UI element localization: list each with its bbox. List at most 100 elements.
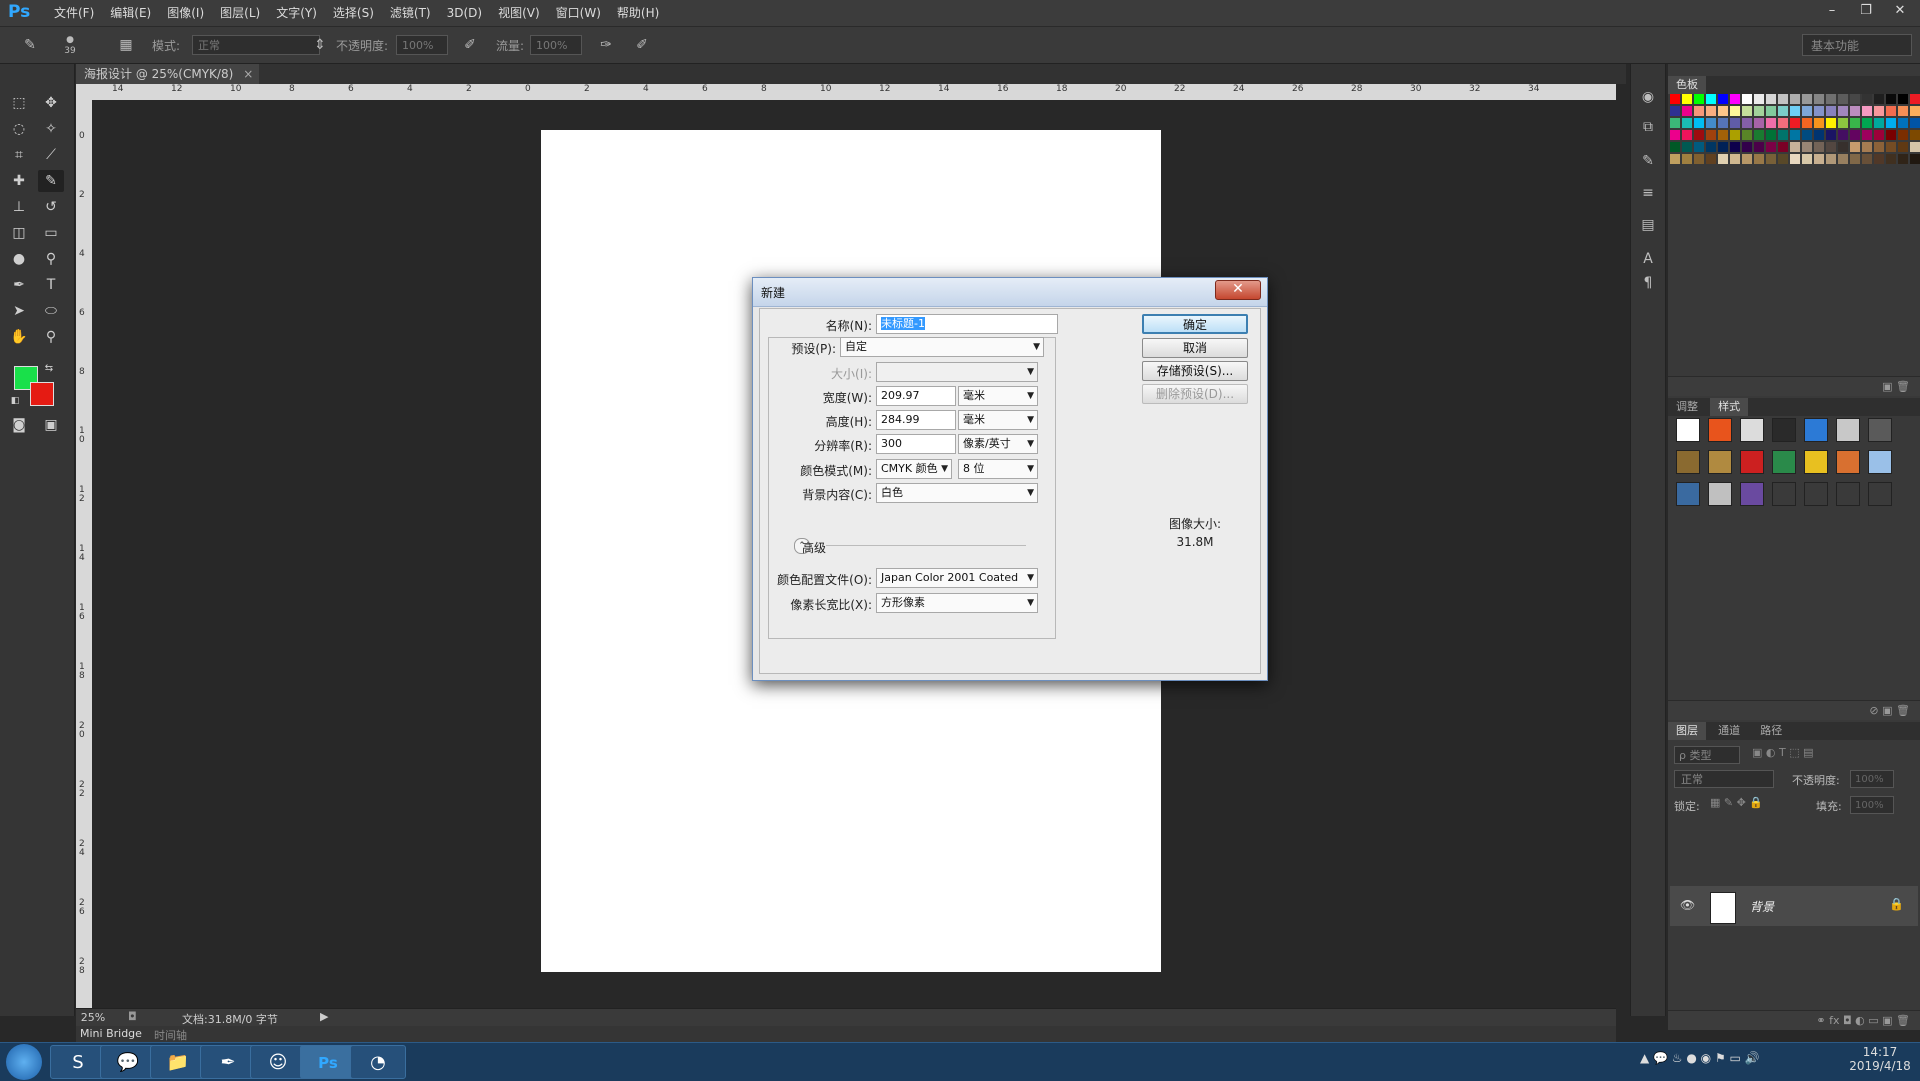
- swatch[interactable]: [1766, 106, 1776, 116]
- restore-button[interactable]: ❐: [1854, 2, 1878, 20]
- style-preset[interactable]: [1772, 418, 1796, 442]
- style-preset[interactable]: [1804, 482, 1828, 506]
- swatch[interactable]: [1898, 118, 1908, 128]
- pressure-opacity-icon[interactable]: ✐: [460, 35, 480, 55]
- path-select-tool-icon[interactable]: ➤: [6, 300, 32, 322]
- swatch[interactable]: [1706, 106, 1716, 116]
- swatch[interactable]: [1874, 118, 1884, 128]
- dodge-tool-icon[interactable]: ⚲: [38, 248, 64, 270]
- taskbar-app-pen[interactable]: ✒: [200, 1045, 256, 1079]
- swatch[interactable]: [1742, 106, 1752, 116]
- swatch[interactable]: [1778, 154, 1788, 164]
- taskbar-app-avatar[interactable]: ☺: [250, 1045, 306, 1079]
- swatch[interactable]: [1670, 118, 1680, 128]
- swatch[interactable]: [1838, 118, 1848, 128]
- eraser-tool-icon[interactable]: ◫: [6, 222, 32, 244]
- swatch[interactable]: [1862, 154, 1872, 164]
- swatch[interactable]: [1850, 142, 1860, 152]
- channels-tab[interactable]: 通道: [1710, 722, 1748, 740]
- swatch[interactable]: [1718, 142, 1728, 152]
- background-color-swatch[interactable]: [30, 382, 54, 406]
- swatch[interactable]: [1802, 154, 1812, 164]
- quick-select-tool-icon[interactable]: ✧: [38, 118, 64, 140]
- menu-layer[interactable]: 图层(L): [212, 0, 268, 26]
- swatch[interactable]: [1802, 118, 1812, 128]
- swatch[interactable]: [1826, 130, 1836, 140]
- resolution-unit-select[interactable]: 像素/英寸 ▼: [958, 434, 1038, 454]
- swatch[interactable]: [1682, 106, 1692, 116]
- color-panel-icon[interactable]: ◉: [1636, 86, 1660, 108]
- swatch[interactable]: [1838, 142, 1848, 152]
- properties-panel-icon[interactable]: ▤: [1636, 214, 1660, 236]
- swatch[interactable]: [1718, 154, 1728, 164]
- swatch[interactable]: [1814, 154, 1824, 164]
- swatch[interactable]: [1694, 130, 1704, 140]
- swatch[interactable]: [1826, 142, 1836, 152]
- marquee-tool-icon[interactable]: ⬚: [6, 92, 32, 114]
- swatch[interactable]: [1670, 106, 1680, 116]
- type-tool-icon[interactable]: T: [38, 274, 64, 296]
- taskbar-app-photoshop[interactable]: Ps: [300, 1045, 356, 1079]
- swatch[interactable]: [1814, 118, 1824, 128]
- swatch[interactable]: [1886, 130, 1896, 140]
- history-brush-tool-icon[interactable]: ↺: [38, 196, 64, 218]
- layer-opacity-input[interactable]: 100%: [1850, 770, 1894, 788]
- style-preset[interactable]: [1676, 482, 1700, 506]
- swatch[interactable]: [1790, 118, 1800, 128]
- swatch[interactable]: [1826, 154, 1836, 164]
- swatches-tab[interactable]: 色板: [1668, 76, 1706, 94]
- swatch[interactable]: [1862, 142, 1872, 152]
- swatch[interactable]: [1862, 106, 1872, 116]
- swatch[interactable]: [1910, 154, 1920, 164]
- swatch[interactable]: [1742, 118, 1752, 128]
- width-unit-select[interactable]: 毫米 ▼: [958, 386, 1038, 406]
- swatch[interactable]: [1778, 94, 1788, 104]
- swatch[interactable]: [1838, 130, 1848, 140]
- layer-filter-select[interactable]: ρ 类型: [1674, 746, 1740, 764]
- swatch[interactable]: [1730, 130, 1740, 140]
- swatch[interactable]: [1706, 154, 1716, 164]
- screen-mode-icon[interactable]: ▣: [38, 414, 64, 436]
- status-menu-arrow-icon[interactable]: ▶: [320, 1010, 328, 1023]
- swatch[interactable]: [1862, 118, 1872, 128]
- swatch[interactable]: [1778, 118, 1788, 128]
- swatch[interactable]: [1850, 154, 1860, 164]
- menu-3d[interactable]: 3D(D): [439, 0, 490, 26]
- swatch[interactable]: [1754, 142, 1764, 152]
- swatch[interactable]: [1754, 106, 1764, 116]
- swatch[interactable]: [1814, 94, 1824, 104]
- swatch[interactable]: [1694, 154, 1704, 164]
- swatch[interactable]: [1706, 94, 1716, 104]
- swatch[interactable]: [1874, 154, 1884, 164]
- clone-stamp-tool-icon[interactable]: ⊥: [6, 196, 32, 218]
- swatch[interactable]: [1838, 94, 1848, 104]
- swatch[interactable]: [1898, 154, 1908, 164]
- swatch[interactable]: [1910, 118, 1920, 128]
- healing-brush-tool-icon[interactable]: ✚: [6, 170, 32, 192]
- eyedropper-tool-icon[interactable]: ⟋: [38, 144, 64, 166]
- swatch[interactable]: [1814, 142, 1824, 152]
- swatch[interactable]: [1862, 94, 1872, 104]
- swatch[interactable]: [1706, 118, 1716, 128]
- swatch[interactable]: [1706, 130, 1716, 140]
- swatch[interactable]: [1826, 118, 1836, 128]
- swatch[interactable]: [1874, 94, 1884, 104]
- swatch[interactable]: [1766, 130, 1776, 140]
- preset-select[interactable]: 自定 ▼: [840, 337, 1044, 357]
- menu-type[interactable]: 文字(Y): [268, 0, 325, 26]
- swatch[interactable]: [1790, 94, 1800, 104]
- brush-panel-toggle-icon[interactable]: ▦: [116, 35, 136, 55]
- swatch[interactable]: [1694, 118, 1704, 128]
- resolution-input[interactable]: 300: [876, 434, 956, 454]
- taskbar-app-glasses[interactable]: ◔: [350, 1045, 406, 1079]
- menu-window[interactable]: 窗口(W): [548, 0, 609, 26]
- start-button[interactable]: [6, 1044, 42, 1080]
- name-input[interactable]: 未标题-1: [876, 314, 1058, 334]
- swatch[interactable]: [1718, 94, 1728, 104]
- adjustments-tab[interactable]: 调整: [1668, 398, 1706, 416]
- swap-colors-icon[interactable]: ⇆: [36, 358, 62, 380]
- swatch[interactable]: [1886, 106, 1896, 116]
- color-mode-select[interactable]: CMYK 颜色 ▼: [876, 459, 952, 479]
- menu-view[interactable]: 视图(V): [490, 0, 548, 26]
- swatch[interactable]: [1802, 94, 1812, 104]
